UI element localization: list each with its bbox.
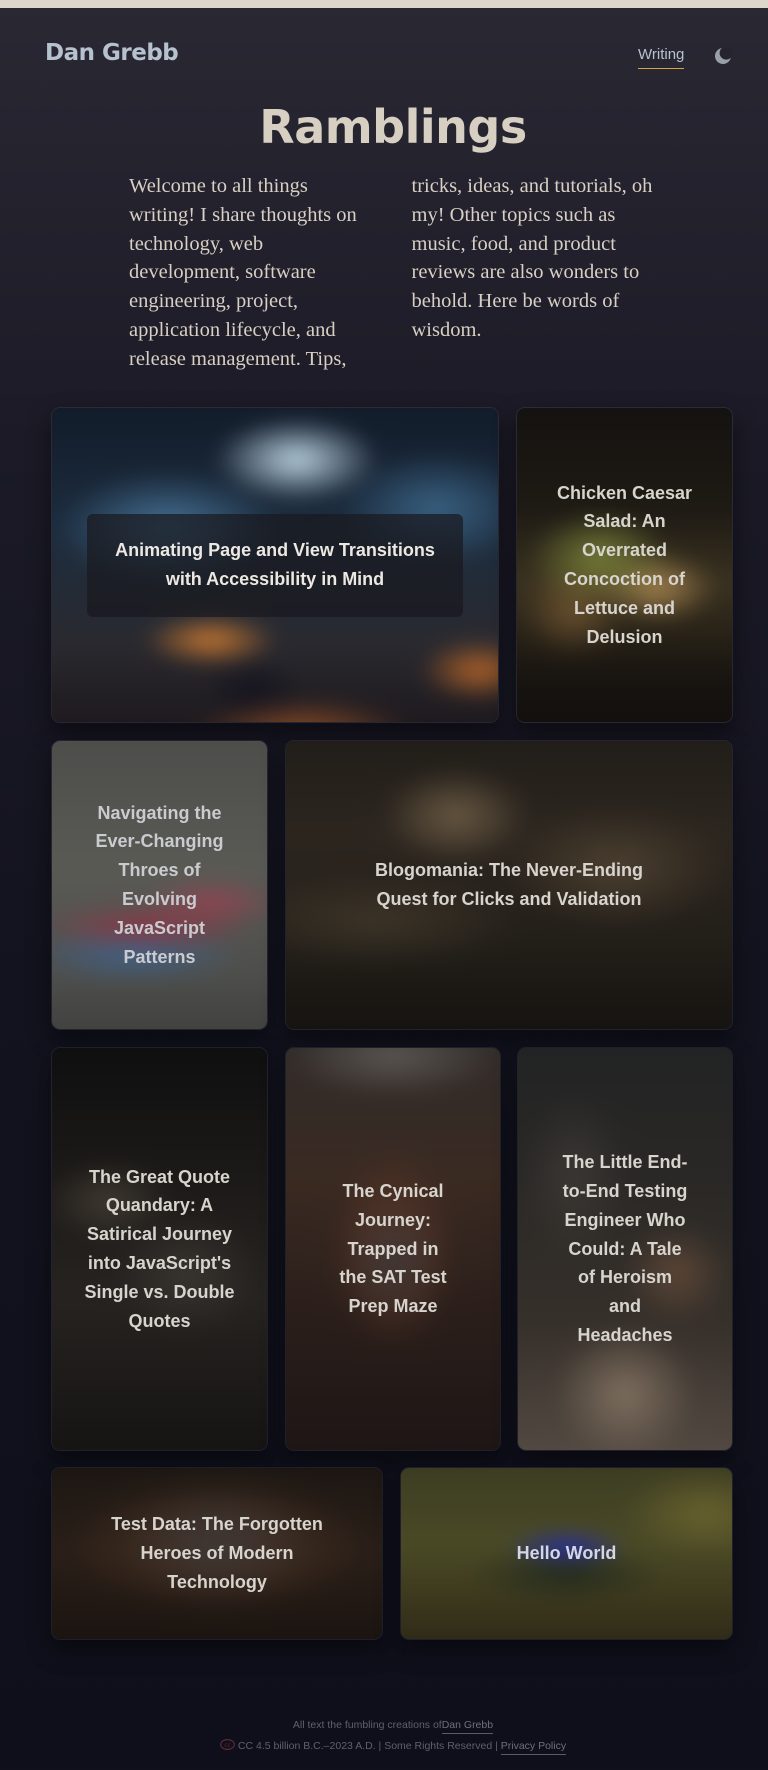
post-title: Hello World	[516, 1543, 617, 1564]
post-card-blogomania[interactable]: Blogomania: The Never-Ending Quest for C…	[285, 740, 733, 1030]
post-card-animating-transitions[interactable]: Animating Page and View Transitions with…	[51, 407, 499, 723]
moon-icon[interactable]	[714, 47, 732, 65]
post-title-overlay: Animating Page and View Transitions with…	[87, 513, 463, 617]
post-card-javascript-patterns[interactable]: Navigating the Ever-Changing Throes of E…	[51, 740, 268, 1030]
post-card-quote-quandary[interactable]: The Great Quote Quandary: A Satirical Jo…	[51, 1047, 268, 1451]
top-accent-bar	[0, 0, 768, 8]
creative-commons-icon: cc	[219, 1739, 235, 1750]
post-title: Test Data: The Forgotten Heroes of Moder…	[111, 1514, 323, 1592]
post-title: The Cynical Journey: Trapped in the SAT …	[339, 1181, 447, 1317]
post-title: Navigating the Ever-Changing Throes of E…	[95, 802, 224, 967]
page-title: Ramblings	[259, 100, 527, 154]
site-name-link[interactable]: Dan Grebb	[45, 40, 179, 66]
footer-creations-text: All text the fumbling creations of	[292, 1719, 442, 1731]
post-title: Blogomania: The Never-Ending Quest for C…	[374, 860, 644, 909]
footer-author-link[interactable]: Dan Grebb	[441, 1719, 494, 1734]
footer-credits: All text the fumbling creations ofDan Gr…	[0, 1719, 768, 1734]
footer-copyright: cc CC 4.5 billion B.C.–2023 A.D. | Some …	[0, 1739, 768, 1755]
intro-text: Welcome to all things writing! I share t…	[129, 175, 653, 370]
nav-writing-link[interactable]: Writing	[638, 46, 685, 69]
footer-privacy-link[interactable]: Privacy Policy	[500, 1740, 567, 1755]
post-title: The Great Quote Quandary: A Satirical Jo…	[84, 1166, 235, 1331]
post-card-e2e-testing[interactable]: The Little End-to-End Testing Engineer W…	[517, 1047, 733, 1451]
post-card-cynical-journey[interactable]: The Cynical Journey: Trapped in the SAT …	[285, 1047, 501, 1451]
svg-text:cc: cc	[224, 1742, 231, 1749]
post-title: The Little End-to-End Testing Engineer W…	[562, 1152, 688, 1345]
post-title: Chicken Caesar Salad: An Overrated Conco…	[556, 482, 693, 647]
footer-copyright-text: CC 4.5 billion B.C.–2023 A.D. | Some Rig…	[237, 1740, 498, 1752]
post-card-test-data[interactable]: Test Data: The Forgotten Heroes of Moder…	[51, 1467, 383, 1640]
post-title: Animating Page and View Transitions with…	[115, 540, 435, 589]
post-card-hello-world[interactable]: Hello World	[400, 1467, 733, 1640]
post-card-chicken-caesar[interactable]: Chicken Caesar Salad: An Overrated Conco…	[516, 407, 733, 723]
